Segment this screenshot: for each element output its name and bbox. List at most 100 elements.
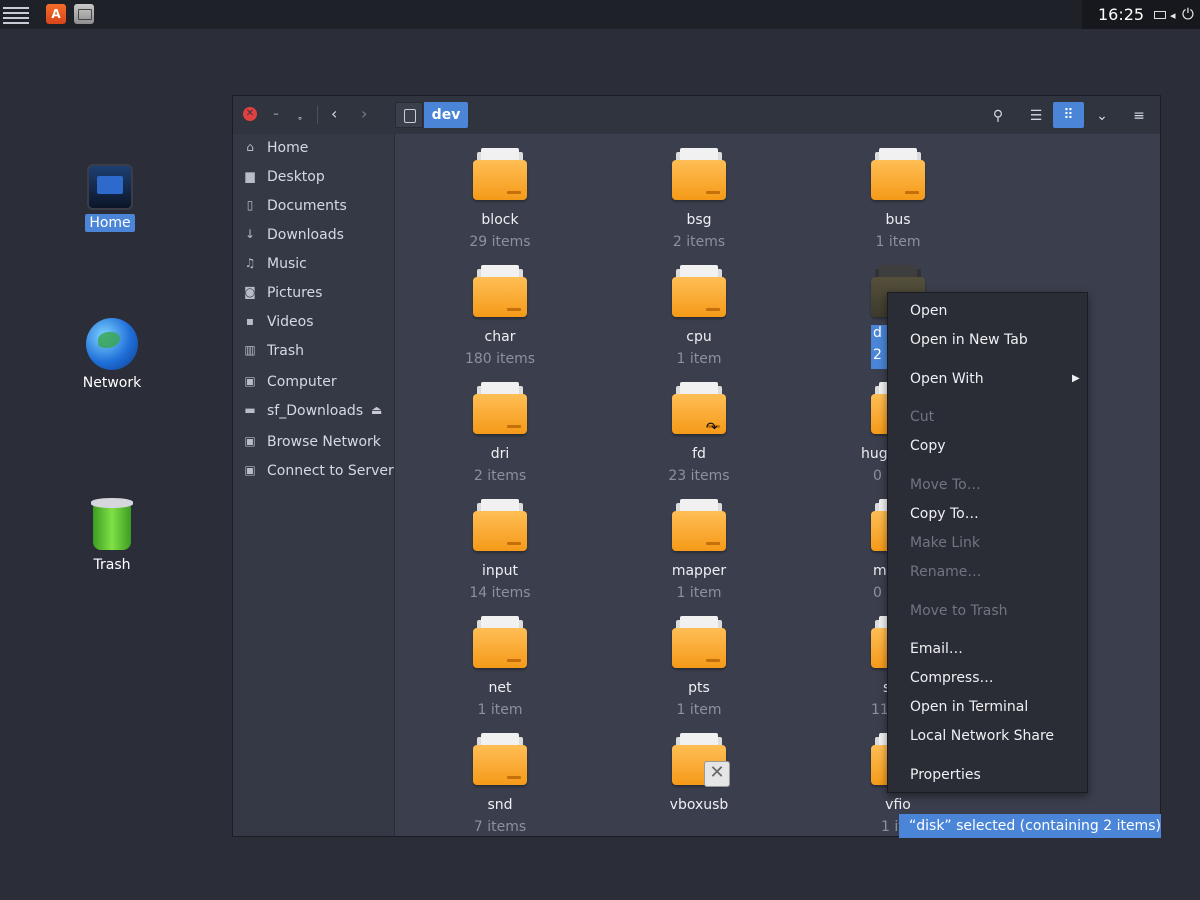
eject-icon[interactable]: ⏏ [371,403,382,417]
folder-item-char[interactable]: char 180 items [435,257,565,374]
computer-icon: ▣ [244,374,256,388]
menu-item-copy[interactable]: Copy [910,438,946,454]
folder-item-input[interactable]: input 14 items [435,491,565,608]
folder-icon [672,616,726,668]
drive-icon: ▬ [244,403,256,417]
folder-count: 1 item [676,351,722,367]
menu-item-open-with[interactable]: Open With [910,371,984,387]
power-icon[interactable]: ⏻ [1182,5,1194,23]
folder-icon [871,148,925,200]
menu-item-open[interactable]: Open [910,303,947,319]
network-icon: ▣ [244,434,256,448]
path-button-dev[interactable]: dev [424,102,468,128]
folder-item-bsg[interactable]: bsg 2 items [634,140,764,257]
folder-item-vboxusb[interactable]: ✕ vboxusb [634,725,764,836]
globe-icon [86,318,138,370]
folder-count: 1 item [875,234,921,250]
folder-name: snd [487,797,513,813]
folder-item-block[interactable]: block 29 items [435,140,565,257]
folder-count: 2 items [672,234,726,250]
forward-button[interactable]: › [361,104,367,123]
hamburger-menu-icon[interactable]: ≡ [1124,105,1154,127]
sidebar-item-browse-network[interactable]: ▣ Browse Network [233,430,394,456]
maximize-window-button[interactable]: ˳ [293,107,307,121]
folder-count: 23 items [668,468,730,484]
battery-icon[interactable] [1154,11,1166,19]
desktop-icon-network[interactable]: Network [72,318,152,392]
sidebar-item-sf-downloads[interactable]: ▬ sf_Downloads ⏏ [233,399,394,425]
symlink-arrow-icon: ↷ [706,420,718,436]
folder-item-net[interactable]: net 1 item [435,608,565,725]
menu-item-copy-to[interactable]: Copy To… [910,506,979,522]
desktop-folder-icon: ▆ [245,169,255,183]
sidebar-item-desktop[interactable]: ▆ Desktop [233,165,394,191]
folder-item-pts[interactable]: pts 1 item [634,608,764,725]
folder-name: pts [688,680,710,696]
camera-icon: ◙ [244,285,256,299]
sidebar-item-label: Computer [267,374,337,390]
sidebar-item-pictures[interactable]: ◙ Pictures [233,281,394,307]
folder-icon [473,499,527,551]
folder-count: 1 item [676,702,722,718]
back-button[interactable]: ‹ [331,104,337,123]
sidebar-item-trash[interactable]: ▥ Trash [233,339,394,365]
folder-count: 180 items [464,351,536,367]
folder-item-fd[interactable]: ↷ fd 23 items [634,374,764,491]
volume-icon[interactable]: ◂ [1170,9,1176,22]
folder-name: cpu [686,329,712,345]
folder-name: vboxusb [669,797,729,813]
trash-can-icon [91,498,133,552]
top-panel: A 16:25 ◂ ⏻ [0,0,1200,29]
minimize-window-button[interactable]: – [269,107,283,121]
file-manager-launcher-icon[interactable] [74,4,94,24]
status-bar: “disk” selected (containing 2 items) [899,814,1161,838]
folder-name: vfio [885,797,911,813]
menu-item-open-in-new-tab[interactable]: Open in New Tab [910,332,1028,348]
search-icon[interactable]: ⚲ [983,105,1013,127]
document-icon: ▯ [246,198,254,212]
music-icon: ♫ [244,256,256,270]
menu-item-compress[interactable]: Compress… [910,670,994,686]
folder-name: char [484,329,516,345]
software-center-launcher-icon[interactable]: A [46,4,66,24]
folder-name: input [481,563,518,579]
folder-item-dri[interactable]: dri 2 items [435,374,565,491]
view-options-chevron-down-icon[interactable]: ⌄ [1087,105,1117,127]
sidebar-item-documents[interactable]: ▯ Documents [233,194,394,220]
desktop-icon-trash[interactable]: Trash [72,498,152,574]
sidebar-item-computer[interactable]: ▣ Computer [233,370,394,396]
folder-count: 2 items [473,468,527,484]
folder-name: mapper [671,563,727,579]
clock[interactable]: 16:25 [1098,5,1144,24]
folder-item-mapper[interactable]: mapper 1 item [634,491,764,608]
video-icon: ▪ [245,314,255,328]
sidebar-item-label: Videos [267,314,314,330]
sidebar-item-music[interactable]: ♫ Music [233,252,394,278]
folder-item-bus[interactable]: bus 1 item [833,140,963,257]
menu-item-move-to-trash: Move to Trash [910,603,1008,619]
menu-item-local-network-share[interactable]: Local Network Share [910,728,1054,744]
list-view-icon[interactable]: ☰ [1021,105,1051,127]
close-window-button[interactable]: ✕ [243,107,257,121]
no-access-x-icon: ✕ [704,761,730,787]
sidebar-item-home[interactable]: ⌂ Home [233,136,394,162]
menu-item-email[interactable]: Email… [910,641,963,657]
sidebar-item-downloads[interactable]: ↓ Downloads [233,223,394,249]
menu-item-open-in-terminal[interactable]: Open in Terminal [910,699,1028,715]
sidebar-item-label: Home [267,140,309,156]
menu-item-properties[interactable]: Properties [910,767,981,783]
desktop-icon-home[interactable]: Home [70,164,150,232]
submenu-arrow-icon: ▶ [1072,373,1080,384]
sidebar-item-videos[interactable]: ▪ Videos [233,310,394,336]
app-menu-icon[interactable] [3,4,29,24]
sidebar-item-label: Documents [267,198,347,214]
folder-icon [473,148,527,200]
path-root-drive-icon[interactable] [395,102,423,128]
grid-view-icon[interactable]: ⠿ [1053,102,1084,128]
header-separator [317,106,318,124]
menu-item-cut: Cut [910,409,935,425]
sidebar-item-label: Downloads [267,227,344,243]
sidebar-item-connect-to-server[interactable]: ▣ Connect to Server [233,459,394,485]
folder-item-cpu[interactable]: cpu 1 item [634,257,764,374]
folder-item-snd[interactable]: snd 7 items [435,725,565,836]
